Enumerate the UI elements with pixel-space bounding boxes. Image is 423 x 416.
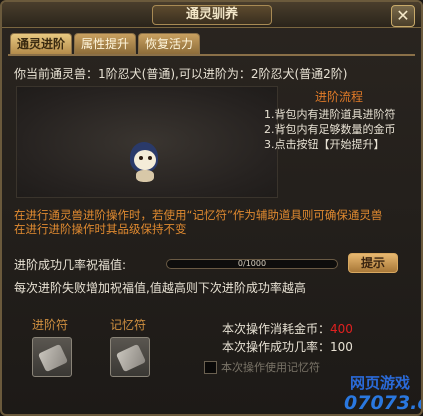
use-memory-talisman-option[interactable]: 本次操作使用记忆符	[204, 359, 320, 375]
scroll-icon	[37, 343, 69, 373]
advance-guide: 进阶流程 1.背包内有进阶道具进阶符 2.背包内有足够数量的金币 3.点击按钮【…	[264, 88, 414, 152]
guide-title: 进阶流程	[314, 90, 363, 104]
blessing-note: 每次进阶失败增加祝福值,值越高则下次进阶成功率越高	[14, 281, 306, 295]
use-memory-checkbox[interactable]	[204, 360, 217, 374]
success-rate-row: 本次操作成功几率：100	[222, 338, 353, 355]
advance-talisman-label: 进阶符	[32, 318, 69, 332]
guide-step: 1.背包内有进阶道具进阶符	[264, 108, 396, 121]
guide-step: 2.背包内有足够数量的金币	[264, 123, 396, 136]
tab-restore-vitality[interactable]: 恢复活力	[138, 33, 201, 55]
watermark-bottom: 07073.com	[344, 392, 421, 414]
memory-talisman-label: 记忆符	[110, 318, 147, 332]
close-button[interactable]: ✕	[391, 5, 415, 27]
title-bar: 通灵驯养 ✕	[2, 2, 421, 28]
advance-talisman-slot[interactable]	[32, 337, 72, 377]
tab-divider	[8, 54, 415, 56]
dialog-window: 通灵驯养 ✕ 通灵进阶 属性提升 恢复活力 你当前通灵兽：1阶忍犬(普通),可以…	[0, 0, 423, 416]
site-watermark: 网页游戏 07073.com	[344, 372, 421, 414]
success-rate-label: 本次操作成功几率：	[222, 340, 331, 354]
memory-talisman-slot[interactable]	[110, 337, 150, 377]
scroll-icon	[115, 343, 147, 373]
progress-text: 0/1000	[237, 259, 267, 268]
blessing-progress-bar: 0/1000	[166, 259, 338, 269]
tab-attribute-boost[interactable]: 属性提升	[74, 33, 137, 55]
gold-cost-row: 本次操作消耗金币：400	[222, 320, 353, 337]
pet-preview-area	[16, 86, 278, 198]
pet-model	[124, 142, 166, 184]
hint-button[interactable]: 提示	[348, 253, 398, 273]
guide-step: 3.点击按钮【开始提升】	[264, 138, 385, 151]
warning-line: 在进行进阶操作时其品级保持不变	[14, 222, 187, 236]
window-title: 通灵驯养	[152, 5, 272, 25]
tab-advance[interactable]: 通灵进阶	[10, 33, 73, 55]
use-memory-label: 本次操作使用记忆符	[221, 361, 320, 374]
current-pet-info: 你当前通灵兽：1阶忍犬(普通),可以进阶为：2阶忍犬(普通2阶)	[14, 67, 348, 81]
memory-talisman-warning: 在进行通灵兽进阶操作时，若使用“记忆符”作为辅助道具则可确保通灵兽 在进行进阶操…	[14, 208, 414, 236]
gold-cost-value: 400	[330, 322, 353, 336]
success-rate-value: 100	[330, 340, 353, 354]
watermark-top: 网页游戏	[350, 374, 411, 392]
gold-cost-label: 本次操作消耗金币：	[222, 322, 331, 336]
warning-line: 在进行通灵兽进阶操作时，若使用“记忆符”作为辅助道具则可确保通灵兽	[14, 208, 383, 222]
blessing-label: 进阶成功几率祝福值:	[14, 258, 127, 272]
tab-bar: 通灵进阶 属性提升 恢复活力	[10, 33, 201, 55]
